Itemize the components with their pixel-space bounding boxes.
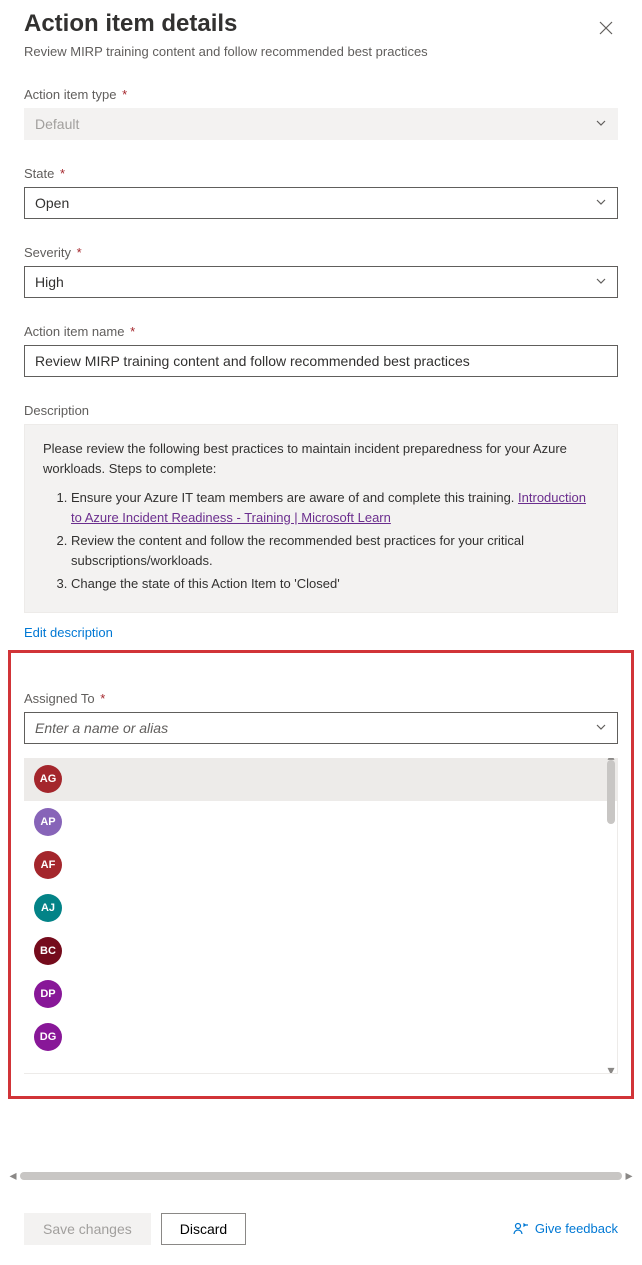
severity-label: Severity * <box>24 245 618 260</box>
assigned-to-input[interactable]: Enter a name or alias <box>24 712 618 744</box>
action-item-type-select: Default <box>24 108 618 140</box>
page-subtitle: Review MIRP training content and follow … <box>24 44 618 59</box>
assigned-to-label: Assigned To * <box>24 691 618 706</box>
page-title: Action item details <box>24 10 237 38</box>
chevron-down-icon <box>595 195 607 211</box>
scroll-down-icon[interactable]: ▾ <box>607 1067 615 1074</box>
avatar: AJ <box>34 894 62 922</box>
chevron-down-icon <box>595 274 607 290</box>
people-list-item[interactable]: DG <box>24 1016 617 1059</box>
avatar: AF <box>34 851 62 879</box>
assigned-to-highlight: Assigned To * Enter a name or alias ▴ ▾ … <box>8 650 634 1099</box>
discard-button[interactable]: Discard <box>161 1213 246 1245</box>
close-icon <box>599 21 613 35</box>
feedback-icon <box>513 1221 529 1237</box>
scroll-right-icon[interactable]: ▸ <box>624 1169 634 1183</box>
people-list-item[interactable]: AF <box>24 844 617 887</box>
description-step: Ensure your Azure IT team members are aw… <box>71 488 599 527</box>
horizontal-scrollbar[interactable]: ◂ ▸ <box>12 1169 630 1183</box>
action-item-type-label: Action item type * <box>24 87 618 102</box>
action-item-name-input[interactable] <box>24 345 618 377</box>
avatar: AG <box>34 765 62 793</box>
edit-description-link[interactable]: Edit description <box>24 625 113 640</box>
scroll-left-icon[interactable]: ◂ <box>8 1169 18 1183</box>
close-button[interactable] <box>594 16 618 40</box>
people-list-item[interactable]: AG <box>24 758 617 801</box>
state-label: State * <box>24 166 618 181</box>
chevron-down-icon <box>595 116 607 132</box>
people-dropdown[interactable]: ▴ ▾ AGAPAFAJBCDPDG <box>24 758 618 1074</box>
action-item-name-label: Action item name * <box>24 324 618 339</box>
people-list-item[interactable]: AP <box>24 801 617 844</box>
people-list-item[interactable]: BC <box>24 930 617 973</box>
avatar: BC <box>34 937 62 965</box>
severity-select[interactable]: High <box>24 266 618 298</box>
description-step: Change the state of this Action Item to … <box>71 574 599 594</box>
state-select[interactable]: Open <box>24 187 618 219</box>
people-list-item[interactable]: AJ <box>24 887 617 930</box>
description-label: Description <box>24 403 618 418</box>
give-feedback-link[interactable]: Give feedback <box>513 1221 618 1237</box>
description-content: Please review the following best practic… <box>24 424 618 613</box>
scrollbar-thumb[interactable] <box>20 1172 622 1180</box>
save-button: Save changes <box>24 1213 151 1245</box>
avatar: AP <box>34 808 62 836</box>
avatar: DP <box>34 980 62 1008</box>
chevron-down-icon <box>595 720 607 736</box>
scrollbar-thumb[interactable] <box>607 760 615 824</box>
avatar: DG <box>34 1023 62 1051</box>
people-list-item[interactable]: DP <box>24 973 617 1016</box>
description-step: Review the content and follow the recomm… <box>71 531 599 570</box>
